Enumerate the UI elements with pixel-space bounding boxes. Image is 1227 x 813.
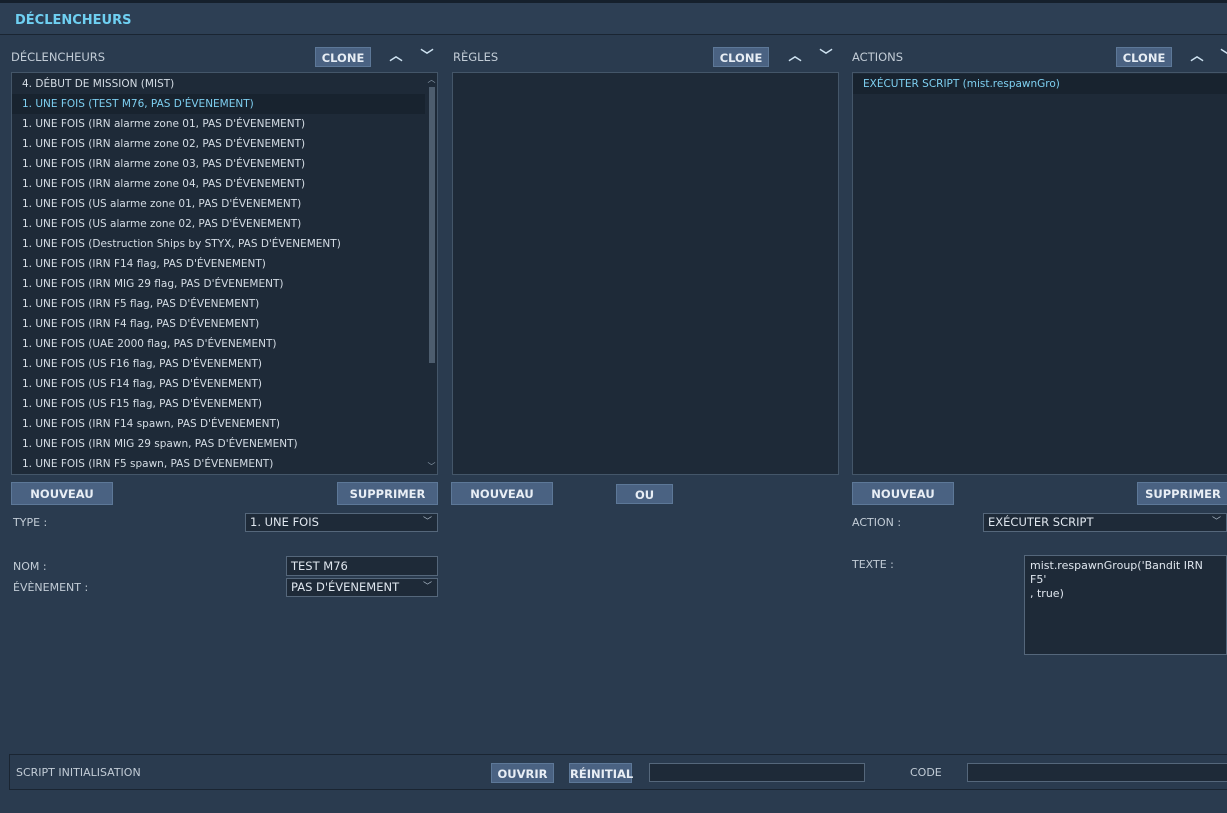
action-list-item[interactable]: EXÉCUTER SCRIPT (mist.respawnGro) — [853, 74, 1227, 94]
triggers-scrollbar[interactable]: ︿ ﹀ — [426, 73, 437, 474]
trigger-list-item[interactable]: 1. UNE FOIS (IRN alarme zone 02, PAS D'É… — [12, 134, 425, 154]
trigger-list-item[interactable]: 1. UNE FOIS (IRN F14 spawn, PAS D'ÉVENEM… — [12, 414, 425, 434]
event-value: PAS D'ÉVENEMENT — [291, 580, 400, 594]
window-header: DÉCLENCHEURS — [0, 3, 1227, 35]
rules-or-button[interactable]: OU — [616, 484, 673, 504]
trigger-list-item[interactable]: 1. UNE FOIS (IRN F14 flag, PAS D'ÉVENEME… — [12, 254, 425, 274]
actions-move-down-icon[interactable]: ﹀ — [1219, 49, 1227, 65]
script-init-bar: SCRIPT INITIALISATION OUVRIR RÉINITIAL C… — [9, 754, 1227, 790]
trigger-list-item[interactable]: 1. UNE FOIS (Destruction Ships by STYX, … — [12, 234, 425, 254]
action-label: ACTION : — [852, 516, 902, 529]
script-text-area[interactable]: mist.respawnGroup('Bandit IRN F5' , true… — [1024, 555, 1227, 655]
chevron-down-icon: ﹀ — [1211, 517, 1221, 527]
text-label: TEXTE : — [852, 558, 894, 571]
rules-new-button[interactable]: NOUVEAU — [451, 482, 553, 505]
triggers-label: DÉCLENCHEURS — [11, 50, 106, 64]
scroll-up-icon[interactable]: ︿ — [426, 75, 437, 85]
rules-move-down-icon[interactable]: ﹀ — [818, 49, 834, 65]
action-select[interactable]: EXÉCUTER SCRIPT ﹀ — [983, 513, 1227, 532]
chevron-down-icon: ﹀ — [422, 582, 432, 592]
event-select[interactable]: PAS D'ÉVENEMENT ﹀ — [286, 578, 438, 597]
rules-label: RÈGLES — [453, 50, 499, 64]
triggers-new-button[interactable]: NOUVEAU — [11, 482, 113, 505]
open-button[interactable]: OUVRIR — [491, 763, 554, 783]
trigger-list-item[interactable]: 1. UNE FOIS (IRN alarme zone 04, PAS D'É… — [12, 174, 425, 194]
triggers-clone-button[interactable]: CLONE — [315, 47, 371, 67]
actions-delete-button[interactable]: SUPPRIMER — [1137, 482, 1227, 505]
code-label: CODE — [910, 766, 942, 779]
action-value: EXÉCUTER SCRIPT — [988, 515, 1094, 529]
trigger-list-item[interactable]: 1. UNE FOIS (US F15 flag, PAS D'ÉVENEMEN… — [12, 394, 425, 414]
trigger-list-item[interactable]: 1. UNE FOIS (IRN MIG 29 spawn, PAS D'ÉVE… — [12, 434, 425, 454]
trigger-list-item[interactable]: 1. UNE FOIS (IRN MIG 29 flag, PAS D'ÉVEN… — [12, 274, 425, 294]
trigger-list-item[interactable]: 1. UNE FOIS (IRN alarme zone 03, PAS D'É… — [12, 154, 425, 174]
window-title: DÉCLENCHEURS — [15, 13, 132, 28]
actions-label: ACTIONS — [852, 50, 904, 64]
reset-button[interactable]: RÉINITIAL — [569, 763, 633, 783]
actions-clone-button[interactable]: CLONE — [1116, 47, 1172, 67]
actions-list[interactable]: EXÉCUTER SCRIPT (mist.respawnGro) — [852, 72, 1227, 475]
name-input[interactable]: TEST M76 — [286, 556, 438, 576]
trigger-list-item[interactable]: 1. UNE FOIS (IRN F5 spawn, PAS D'ÉVENEME… — [12, 454, 425, 474]
rules-move-up-icon[interactable]: ︿ — [787, 49, 803, 65]
script-init-label: SCRIPT INITIALISATION — [16, 766, 141, 779]
rules-clone-button[interactable]: CLONE — [713, 47, 769, 67]
code-input[interactable] — [967, 763, 1227, 782]
type-label: TYPE : — [13, 516, 48, 529]
triggers-delete-button[interactable]: SUPPRIMER — [337, 482, 438, 505]
type-value: 1. UNE FOIS — [250, 515, 319, 529]
scroll-thumb[interactable] — [429, 87, 435, 363]
scroll-down-icon[interactable]: ﹀ — [426, 462, 437, 472]
trigger-list-item[interactable]: 1. UNE FOIS (US alarme zone 01, PAS D'ÉV… — [12, 194, 425, 214]
trigger-list-item[interactable]: 1. UNE FOIS (IRN alarme zone 01, PAS D'É… — [12, 114, 425, 134]
trigger-list-item[interactable]: 1. UNE FOIS (UAE 2000 flag, PAS D'ÉVENEM… — [12, 334, 425, 354]
triggers-move-up-icon[interactable]: ︿ — [388, 49, 404, 65]
actions-new-button[interactable]: NOUVEAU — [852, 482, 954, 505]
trigger-list-item[interactable]: 1. UNE FOIS (IRN F4 flag, PAS D'ÉVENEMEN… — [12, 314, 425, 334]
trigger-list-item[interactable]: 1. UNE FOIS (US alarme zone 02, PAS D'ÉV… — [12, 214, 425, 234]
type-select[interactable]: 1. UNE FOIS ﹀ — [245, 513, 438, 532]
name-label: NOM : — [13, 560, 47, 573]
trigger-list-item[interactable]: 4. DÉBUT DE MISSION (MIST) — [12, 74, 425, 94]
triggers-list[interactable]: 4. DÉBUT DE MISSION (MIST) 1. UNE FOIS (T… — [11, 72, 438, 475]
trigger-list-item[interactable]: 1. UNE FOIS (TEST M76, PAS D'ÉVENEMENT) — [12, 94, 425, 114]
trigger-list-item[interactable]: 1. UNE FOIS (US F14 flag, PAS D'ÉVENEMEN… — [12, 374, 425, 394]
trigger-list-item[interactable]: 1. UNE FOIS (US F16 flag, PAS D'ÉVENEMEN… — [12, 354, 425, 374]
actions-move-up-icon[interactable]: ︿ — [1189, 49, 1205, 65]
chevron-down-icon: ﹀ — [422, 517, 432, 527]
triggers-move-down-icon[interactable]: ﹀ — [419, 49, 435, 65]
event-label: ÉVÈNEMENT : — [13, 581, 89, 594]
trigger-list-item[interactable]: 1. UNE FOIS (IRN F5 flag, PAS D'ÉVENEMEN… — [12, 294, 425, 314]
script-path-input[interactable] — [649, 763, 865, 782]
rules-list[interactable] — [452, 72, 839, 475]
